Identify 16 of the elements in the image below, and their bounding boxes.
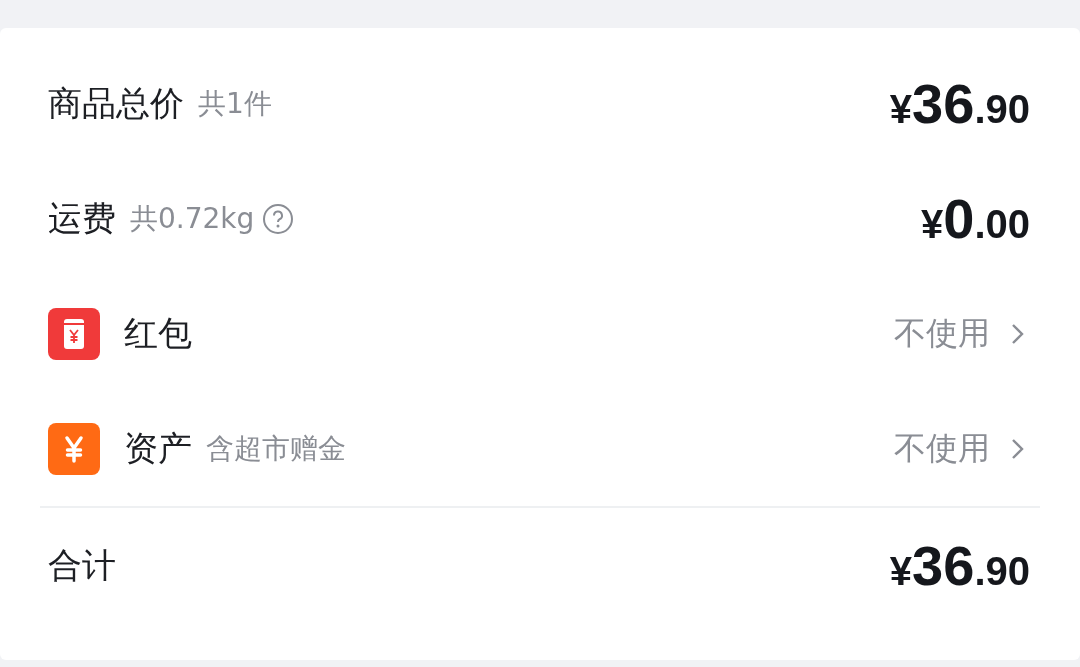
row-label: 商品总价 — [48, 81, 184, 125]
total-label: 合计 — [48, 543, 116, 587]
option-value[interactable]: 不使用 — [894, 426, 990, 471]
row-label: 资产 — [124, 426, 192, 470]
price: ¥36.90 — [889, 71, 1030, 136]
option-value[interactable]: 不使用 — [894, 311, 990, 356]
price: ¥36.90 — [889, 533, 1030, 598]
row-note: 含超市赠金 — [206, 430, 346, 467]
row-note: 共1件 — [198, 85, 272, 122]
row-label: 运费 — [48, 196, 116, 240]
row-label: 红包 — [124, 311, 192, 355]
yen-icon — [48, 422, 100, 475]
price: ¥0.00 — [921, 186, 1030, 251]
help-icon[interactable] — [262, 202, 295, 235]
row-note: 共0.72kg — [130, 200, 255, 237]
packet-icon — [48, 307, 100, 360]
